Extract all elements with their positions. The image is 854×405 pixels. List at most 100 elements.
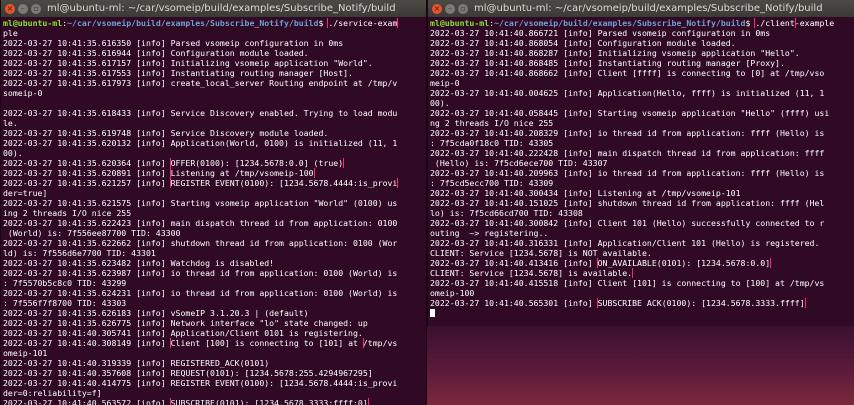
highlighted-log-text: OFFER(0100): [1234.5678:0.0] (true) — [169, 158, 345, 168]
window-controls: × – ▫ — [5, 3, 41, 14]
prompt-wrap-line: ple — [3, 28, 18, 38]
log-text: 2022-03-27 10:41:35.624231 [info] io thr… — [3, 288, 398, 298]
log-text: 2022-03-27 10:41:40.300434 [info] Listen… — [430, 188, 741, 198]
log-text: 2022-03-27 10:41:40.208329 [info] io thr… — [430, 128, 825, 138]
log-line: der=0:reliability=f] — [3, 388, 426, 398]
log-text: 2022-03-27 10:41:35.617157 [info] Initia… — [3, 58, 373, 68]
log-line: 2022-03-27 10:41:40.316331 [info] Applic… — [430, 238, 854, 248]
log-line: 2022-03-27 10:41:40.868662 [info] Client… — [430, 68, 854, 78]
prompt-symbol: $ — [318, 18, 329, 28]
highlighted-log-text: ON_AVAILABLE(0101): [1234.5678:0.0] — [596, 258, 772, 268]
log-text: 2022-03-27 10:41:40.319339 [info] REGIST… — [3, 358, 270, 368]
minimize-icon[interactable]: – — [445, 3, 455, 14]
log-text: ld) is: 7f556d6e7700 TID: 43301 — [3, 248, 156, 258]
log-line: 2022-03-27 10:41:35.624231 [info] io thr… — [3, 288, 426, 298]
log-text: (World) is: 7f556ee87700 TID: 43300 — [3, 228, 181, 238]
log-line: ld) is: 7f556d6e7700 TID: 43301 — [3, 248, 426, 258]
service-terminal-output[interactable]: ml@ubuntu-ml:~/car/vsomeip/build/example… — [1, 17, 426, 405]
service-terminal-titlebar[interactable]: × – ▫ ml@ubuntu-ml: ~/car/vsomeip/build/… — [1, 0, 426, 17]
log-line: 2022-03-27 10:41:40.319339 [info] REGIST… — [3, 358, 426, 368]
log-line: : 7f5570b5c8c0 TID: 43299 — [3, 278, 426, 288]
log-line: 2022-03-27 10:41:40.004625 [info] Applic… — [430, 88, 854, 98]
log-text: 2022-03-27 10:41:40.868662 [info] Client… — [430, 68, 825, 78]
log-line: ing 2 threads I/O nice 255 — [3, 208, 426, 218]
log-text: lo) is: 7f5cd66cd700 TID: 43308 — [430, 208, 583, 218]
log-text: (Hello) is: 7f5cd6ece700 TID: 43307 — [430, 158, 608, 168]
log-line: : 7f5cd5ecc700 TID: 43309 — [430, 178, 854, 188]
log-text: 2022-03-27 10:41:40.868287 [info] Initia… — [430, 48, 800, 58]
highlighted-log-text: Client [100] is connecting to [101] at — [169, 338, 364, 348]
service-terminal-window[interactable]: × – ▫ ml@ubuntu-ml: ~/car/vsomeip/build/… — [0, 0, 427, 405]
log-line: 2022-03-27 10:41:40.565301 [info] SUBSCR… — [430, 298, 854, 308]
log-text: /tmp/vs — [362, 338, 398, 348]
log-text: 2022-03-27 10:41:40.308149 [info] — [3, 338, 171, 348]
log-text: 2022-03-27 10:41:35.620364 [info] — [3, 158, 171, 168]
log-text: omeip-101 — [3, 348, 48, 358]
client-terminal-output[interactable]: ml@ubuntu-ml:~/car/vsomeip/build/example… — [428, 17, 854, 318]
log-line: 2022-03-27 10:41:40.866721 [info] Parsed… — [430, 28, 854, 38]
log-text: CLIENT: Service [1234.5678] is NOT avail… — [430, 248, 652, 258]
log-text: outing ~> registering.. — [430, 228, 549, 238]
close-icon[interactable]: × — [432, 3, 442, 14]
client-terminal-titlebar[interactable]: × – ▫ ml@ubuntu-ml: ~/car/vsomeip/build/… — [428, 0, 854, 17]
log-line: 2022-03-27 10:41:40.222428 [info] main d… — [430, 148, 854, 158]
log-line: 2022-03-27 10:41:40.868054 [info] Config… — [430, 38, 854, 48]
log-text: someip-0 — [3, 88, 43, 98]
maximize-icon[interactable]: ▫ — [458, 3, 468, 14]
log-line: 2022-03-27 10:41:40.868485 [info] Instan… — [430, 58, 854, 68]
log-text: 2022-03-27 10:41:40.413416 [info] — [430, 258, 598, 268]
close-icon[interactable]: × — [5, 3, 15, 14]
log-line: : 7f5cda0f18c0 TID: 43305 — [430, 138, 854, 148]
log-text: : 7f5570b5c8c0 TID: 43299 — [3, 278, 127, 288]
log-line: 2022-03-27 10:41:35.623482 [info] Watchd… — [3, 258, 426, 268]
highlighted-log-text: SUBSCRIBE(0101): [1234.5678.3333:ffff:0] — [169, 398, 369, 405]
log-text: 2022-03-27 10:41:35.617973 [info] create… — [3, 78, 398, 88]
log-text: 2022-03-27 10:41:40.222428 [info] main d… — [430, 148, 825, 158]
window-controls: × – ▫ — [432, 3, 468, 14]
log-text: 2022-03-27 10:41:35.626183 [info] vSomeI… — [3, 308, 309, 318]
log-line: 2022-03-27 10:41:35.616944 [info] Config… — [3, 48, 426, 58]
log-text: 2022-03-27 10:41:40.563572 [info] — [3, 398, 171, 405]
log-text: 2022-03-27 10:41:35.623987 [info] io thr… — [3, 268, 398, 278]
log-text: 2022-03-27 10:41:35.622423 [info] main d… — [3, 218, 398, 228]
log-line: 2022-03-27 10:41:40.415518 [info] Client… — [430, 278, 854, 288]
log-line: CLIENT: Service [1234.5678] is NOT avail… — [430, 248, 854, 258]
log-line: 2022-03-27 10:41:40.414775 [info] REGIST… — [3, 378, 426, 388]
minimize-icon[interactable]: – — [18, 3, 28, 14]
log-line: 2022-03-27 10:41:35.626775 [info] Networ… — [3, 318, 426, 328]
log-line: 2022-03-27 10:41:35.620891 [info] Listen… — [3, 168, 426, 178]
cursor-line — [430, 308, 854, 318]
log-line: 2022-03-27 10:41:35.621257 [info] REGIST… — [3, 178, 426, 188]
log-text: 2022-03-27 10:41:35.620891 [info] — [3, 168, 171, 178]
log-line: omeip-101 — [3, 348, 426, 358]
log-text: 2022-03-27 10:41:40.305741 [info] Applic… — [3, 328, 363, 338]
log-text: meip-0 — [430, 78, 460, 88]
log-text: ng 2 threads I/O nice 255 — [430, 118, 554, 128]
log-line: 2022-03-27 10:41:40.305741 [info] Applic… — [3, 328, 426, 338]
log-text: le. — [3, 118, 18, 128]
log-line: meip-0 — [430, 78, 854, 88]
log-text: 2022-03-27 10:41:40.565301 [info] — [430, 298, 598, 308]
log-text: 2022-03-27 10:41:35.626775 [info] Networ… — [3, 318, 368, 328]
client-command-tail: -example — [794, 18, 835, 28]
log-text: 2022-03-27 10:41:40.868485 [info] Instan… — [430, 58, 785, 68]
log-text: : 7f5cda0f18c0 TID: 43305 — [430, 138, 554, 148]
log-text: : 7f5cd5ecc700 TID: 43309 — [430, 178, 554, 188]
log-line: 2022-03-27 10:41:35.617553 [info] Instan… — [3, 68, 426, 78]
log-text: ing 2 threads I/O nice 255 — [3, 208, 132, 218]
log-text: 2022-03-27 10:41:35.620132 [info] Applic… — [3, 138, 398, 148]
client-command: ./client — [754, 18, 796, 28]
service-command: ./service-exam — [327, 18, 399, 28]
log-line: 00). — [430, 98, 854, 108]
maximize-icon[interactable]: ▫ — [31, 3, 41, 14]
log-line: 2022-03-27 10:41:35.620364 [info] OFFER(… — [3, 158, 426, 168]
log-line: (World) is: 7f556ee87700 TID: 43300 — [3, 228, 426, 238]
log-line: ng 2 threads I/O nice 255 — [430, 118, 854, 128]
highlighted-log-text: Listening at /tmp/vsomeip-100 — [169, 168, 315, 178]
log-line: : 7f556f7f8700 TID: 43303 — [3, 298, 426, 308]
log-line: 2022-03-27 10:41:40.300842 [info] Client… — [430, 218, 854, 228]
log-text: 2022-03-27 10:41:35.621257 [info] — [3, 178, 171, 188]
log-line: omeip-100 — [430, 288, 854, 298]
log-text: 2022-03-27 10:41:35.619748 [info] Servic… — [3, 128, 329, 138]
